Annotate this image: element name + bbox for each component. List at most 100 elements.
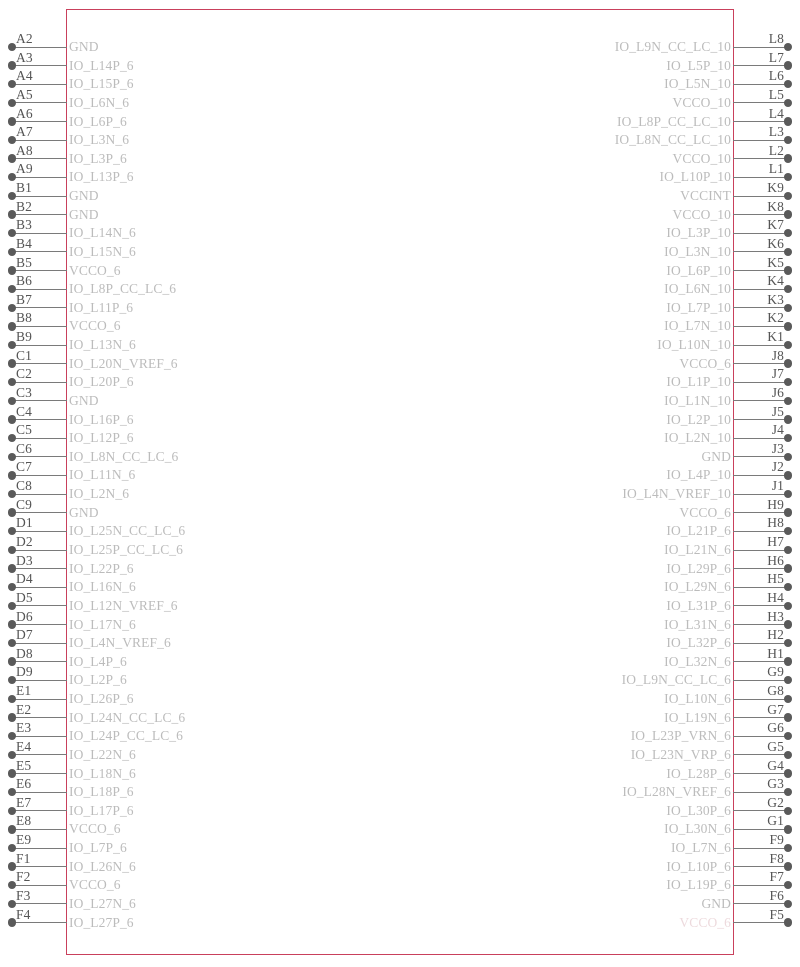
pin-terminal-dot[interactable] bbox=[783, 713, 792, 722]
pin-row[interactable]: B9 IO_L13N_6 bbox=[0, 330, 400, 355]
pin-row[interactable]: F1 IO_L26N_6 bbox=[0, 851, 400, 876]
pin-row[interactable]: A4 IO_L15P_6 bbox=[0, 69, 400, 94]
pin-row[interactable]: K7 IO_L3P_10 bbox=[400, 218, 800, 243]
pin-terminal-dot[interactable] bbox=[783, 228, 792, 238]
pin-row[interactable]: L1 IO_L10P_10 bbox=[400, 162, 800, 187]
pin-terminal-dot[interactable] bbox=[783, 154, 792, 163]
pin-row[interactable]: A2 GND bbox=[0, 32, 400, 57]
pin-terminal-dot[interactable] bbox=[783, 471, 792, 480]
pin-row[interactable]: F2 VCCO_6 bbox=[0, 870, 400, 895]
pin-row[interactable]: F5 VCCO_6 bbox=[400, 907, 800, 932]
pin-terminal-dot[interactable] bbox=[783, 284, 792, 294]
pin-terminal-dot[interactable] bbox=[783, 527, 792, 536]
pin-row[interactable]: E8 VCCO_6 bbox=[0, 814, 400, 839]
pin-terminal-dot[interactable] bbox=[783, 769, 792, 778]
pin-row[interactable]: J3 GND bbox=[400, 441, 800, 466]
pin-row[interactable]: E2 IO_L24N_CC_LC_6 bbox=[0, 702, 400, 727]
pin-row[interactable]: H9 VCCO_6 bbox=[400, 497, 800, 522]
pin-terminal-dot[interactable] bbox=[783, 433, 792, 443]
pin-row[interactable]: H1 IO_L32N_6 bbox=[400, 646, 800, 671]
pin-row[interactable]: J7 IO_L1P_10 bbox=[400, 367, 800, 392]
pin-row[interactable]: E7 IO_L17P_6 bbox=[0, 795, 400, 820]
pin-row[interactable]: C6 IO_L8N_CC_LC_6 bbox=[0, 441, 400, 466]
pin-row[interactable]: H2 IO_L32P_6 bbox=[400, 628, 800, 653]
pin-terminal-dot[interactable] bbox=[783, 601, 792, 610]
pin-terminal-dot[interactable] bbox=[783, 117, 792, 126]
pin-row[interactable]: C1 IO_L20N_VREF_6 bbox=[0, 348, 400, 373]
pin-row[interactable]: A9 IO_L13P_6 bbox=[0, 162, 400, 187]
pin-row[interactable]: B5 VCCO_6 bbox=[0, 255, 400, 280]
pin-row[interactable]: E3 IO_L24P_CC_LC_6 bbox=[0, 721, 400, 746]
pin-terminal-dot[interactable] bbox=[783, 452, 792, 461]
pin-row[interactable]: D4 IO_L16N_6 bbox=[0, 572, 400, 597]
pin-terminal-dot[interactable] bbox=[783, 340, 792, 350]
pin-terminal-dot[interactable] bbox=[783, 862, 792, 871]
pin-row[interactable]: J6 IO_L1N_10 bbox=[400, 385, 800, 410]
pin-terminal-dot[interactable] bbox=[783, 42, 792, 52]
pin-row[interactable]: C5 IO_L12P_6 bbox=[0, 423, 400, 448]
pin-row[interactable]: L6 IO_L5N_10 bbox=[400, 69, 800, 94]
pin-row[interactable]: G6 IO_L23P_VRN_6 bbox=[400, 721, 800, 746]
pin-row[interactable]: F9 IO_L7N_6 bbox=[400, 833, 800, 858]
pin-row[interactable]: L2 VCCO_10 bbox=[400, 143, 800, 168]
pin-row[interactable]: B1 GND bbox=[0, 181, 400, 206]
pin-row[interactable]: C4 IO_L16P_6 bbox=[0, 404, 400, 429]
pin-terminal-dot[interactable] bbox=[783, 918, 792, 927]
pin-terminal-dot[interactable] bbox=[783, 135, 792, 145]
pin-terminal-dot[interactable] bbox=[783, 545, 792, 555]
pin-row[interactable]: G8 IO_L10N_6 bbox=[400, 684, 800, 709]
pin-row[interactable]: G5 IO_L23N_VRP_6 bbox=[400, 739, 800, 764]
pin-row[interactable]: A7 IO_L3N_6 bbox=[0, 125, 400, 150]
pin-row[interactable]: D9 IO_L2P_6 bbox=[0, 665, 400, 690]
pin-row[interactable]: A6 IO_L6P_6 bbox=[0, 106, 400, 131]
pin-row[interactable]: B4 IO_L15N_6 bbox=[0, 236, 400, 261]
pin-row[interactable]: D8 IO_L4P_6 bbox=[0, 646, 400, 671]
pin-row[interactable]: J2 IO_L4P_10 bbox=[400, 460, 800, 485]
pin-row[interactable]: K5 IO_L6P_10 bbox=[400, 255, 800, 280]
pin-row[interactable]: L7 IO_L5P_10 bbox=[400, 50, 800, 75]
pin-terminal-dot[interactable] bbox=[783, 98, 792, 107]
pin-row[interactable]: K6 IO_L3N_10 bbox=[400, 236, 800, 261]
pin-row[interactable]: D1 IO_L25N_CC_LC_6 bbox=[0, 516, 400, 541]
pin-row[interactable]: C2 IO_L20P_6 bbox=[0, 367, 400, 392]
pin-terminal-dot[interactable] bbox=[783, 787, 792, 797]
pin-row[interactable]: K1 IO_L10N_10 bbox=[400, 330, 800, 355]
pin-row[interactable]: C7 IO_L11N_6 bbox=[0, 460, 400, 485]
pin-row[interactable]: F7 IO_L19P_6 bbox=[400, 870, 800, 895]
pin-row[interactable]: A8 IO_L3P_6 bbox=[0, 143, 400, 168]
pin-terminal-dot[interactable] bbox=[783, 79, 792, 89]
pin-row[interactable]: G7 IO_L19N_6 bbox=[400, 702, 800, 727]
pin-terminal-dot[interactable] bbox=[783, 415, 792, 424]
pin-row[interactable]: C3 GND bbox=[0, 385, 400, 410]
pin-terminal-dot[interactable] bbox=[783, 825, 792, 834]
pin-row[interactable]: D5 IO_L12N_VREF_6 bbox=[0, 590, 400, 615]
pin-row[interactable]: D6 IO_L17N_6 bbox=[0, 609, 400, 634]
pin-terminal-dot[interactable] bbox=[783, 564, 792, 573]
pin-row[interactable]: L4 IO_L8P_CC_LC_10 bbox=[400, 106, 800, 131]
pin-terminal-dot[interactable] bbox=[783, 676, 792, 685]
pin-row[interactable]: K3 IO_L7P_10 bbox=[400, 292, 800, 317]
pin-row[interactable]: E6 IO_L18P_6 bbox=[0, 777, 400, 802]
pin-row[interactable]: F4 IO_L27P_6 bbox=[0, 907, 400, 932]
pin-row[interactable]: H7 IO_L21N_6 bbox=[400, 535, 800, 560]
pin-row[interactable]: H6 IO_L29P_6 bbox=[400, 553, 800, 578]
pin-row[interactable]: J4 IO_L2N_10 bbox=[400, 423, 800, 448]
pin-row[interactable]: L3 IO_L8N_CC_LC_10 bbox=[400, 125, 800, 150]
pin-row[interactable]: A3 IO_L14P_6 bbox=[0, 50, 400, 75]
pin-row[interactable]: H3 IO_L31N_6 bbox=[400, 609, 800, 634]
pin-terminal-dot[interactable] bbox=[783, 620, 792, 629]
pin-row[interactable]: L5 VCCO_10 bbox=[400, 87, 800, 112]
pin-row[interactable]: E9 IO_L7P_6 bbox=[0, 833, 400, 858]
pin-row[interactable]: G9 IO_L9N_CC_LC_6 bbox=[400, 665, 800, 690]
pin-terminal-dot[interactable] bbox=[783, 731, 792, 741]
pin-terminal-dot[interactable] bbox=[783, 247, 792, 256]
pin-terminal-dot[interactable] bbox=[783, 881, 792, 890]
pin-terminal-dot[interactable] bbox=[783, 396, 792, 406]
pin-terminal-dot[interactable] bbox=[783, 806, 792, 815]
pin-row[interactable]: K8 VCCO_10 bbox=[400, 199, 800, 224]
pin-row[interactable]: H8 IO_L21P_6 bbox=[400, 516, 800, 541]
pin-row[interactable]: C8 IO_L2N_6 bbox=[0, 479, 400, 504]
pin-terminal-dot[interactable] bbox=[783, 359, 792, 368]
pin-row[interactable]: G2 IO_L30P_6 bbox=[400, 795, 800, 820]
pin-row[interactable]: H4 IO_L31P_6 bbox=[400, 590, 800, 615]
